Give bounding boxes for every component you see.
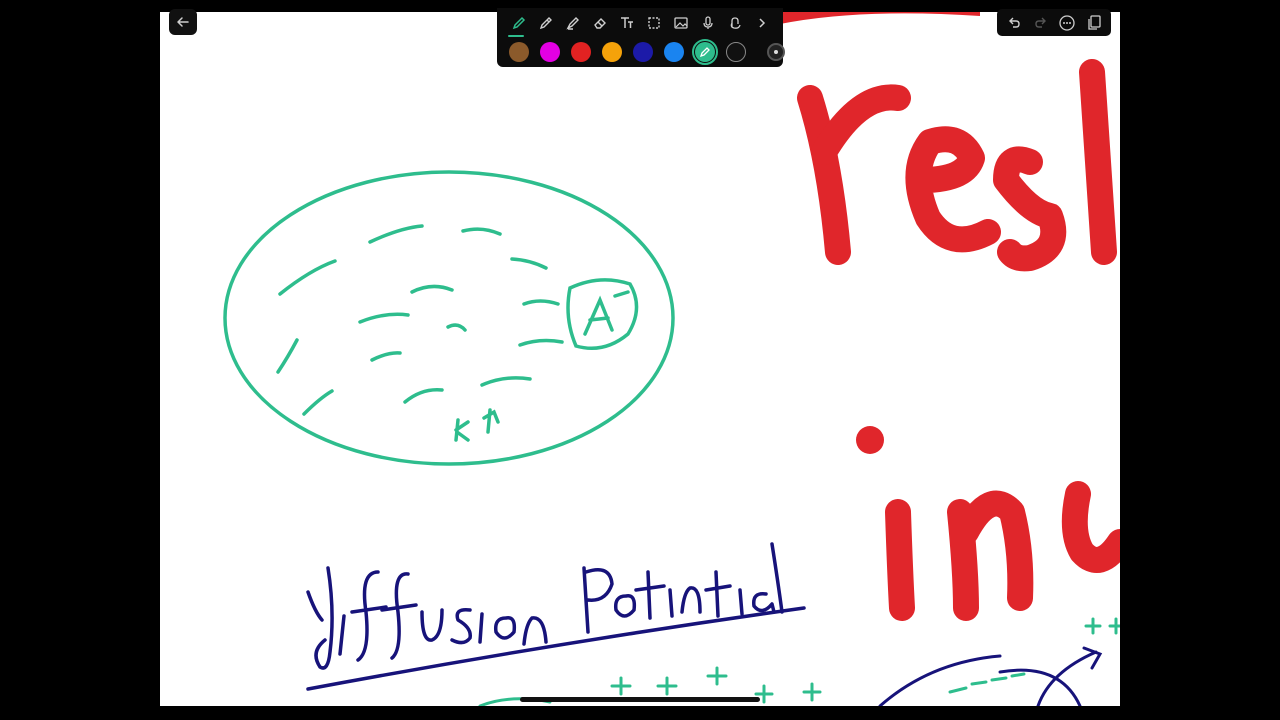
pen-icon bbox=[699, 47, 710, 58]
back-button[interactable] bbox=[169, 9, 197, 35]
lasso-tool-button[interactable] bbox=[721, 12, 748, 34]
color-swatch-black[interactable] bbox=[726, 42, 746, 62]
diffusion-potential-text bbox=[306, 542, 806, 691]
microphone-tool-button[interactable] bbox=[694, 12, 721, 34]
image-tool-button[interactable] bbox=[667, 12, 694, 34]
cell-drawing bbox=[223, 170, 675, 466]
undo-button[interactable] bbox=[1003, 12, 1025, 34]
color-swatch-brown[interactable] bbox=[509, 42, 529, 62]
color-swatch-teal[interactable] bbox=[692, 39, 718, 65]
color-swatch-orange[interactable] bbox=[602, 42, 622, 62]
color-palette bbox=[509, 39, 746, 65]
more-tools-button[interactable] bbox=[748, 12, 775, 34]
pencil-tool-button[interactable] bbox=[532, 12, 559, 34]
note-canvas[interactable] bbox=[160, 12, 1120, 706]
microphone-icon bbox=[702, 16, 713, 29]
color-swatch-blue[interactable] bbox=[664, 42, 684, 62]
color-swatch-navy[interactable] bbox=[633, 42, 653, 62]
undo-icon bbox=[1009, 17, 1020, 28]
text-tool-button[interactable] bbox=[613, 12, 640, 34]
document-actions-bar bbox=[997, 9, 1111, 36]
image-icon bbox=[673, 17, 688, 29]
redo-button[interactable] bbox=[1030, 12, 1052, 34]
pen-tool-button[interactable] bbox=[505, 12, 532, 34]
pages-button[interactable] bbox=[1083, 12, 1105, 34]
color-swatch-red[interactable] bbox=[571, 42, 591, 62]
redo-icon bbox=[1035, 17, 1046, 28]
handwriting-layer bbox=[223, 12, 1120, 706]
tool-row bbox=[505, 12, 775, 34]
red-heading-text bbox=[797, 59, 1120, 621]
chevron-right-icon bbox=[758, 18, 765, 28]
bottom-teal-marks bbox=[478, 617, 1120, 706]
pages-icon bbox=[1088, 14, 1101, 30]
highlighter-icon bbox=[565, 17, 579, 30]
lasso-icon bbox=[730, 17, 741, 29]
text-icon bbox=[620, 17, 633, 28]
highlighter-tool-button[interactable] bbox=[559, 12, 586, 34]
drawing-toolbar bbox=[497, 8, 785, 67]
red-dot bbox=[856, 426, 884, 454]
active-tool-indicator bbox=[508, 35, 524, 37]
eraser-icon bbox=[593, 18, 606, 29]
pencil-icon bbox=[539, 17, 552, 30]
more-circle-icon bbox=[1059, 14, 1075, 31]
more-options-button[interactable] bbox=[1056, 12, 1078, 34]
pen-icon bbox=[512, 16, 525, 30]
shape-icon bbox=[647, 17, 660, 29]
bottom-navy-marks bbox=[878, 646, 1103, 706]
eraser-tool-button[interactable] bbox=[586, 12, 613, 34]
home-indicator bbox=[520, 697, 760, 702]
color-swatch-magenta[interactable] bbox=[540, 42, 560, 62]
stroke-size-button[interactable] bbox=[767, 43, 785, 61]
shape-tool-button[interactable] bbox=[640, 12, 667, 34]
arrow-left-icon bbox=[177, 17, 189, 27]
red-shape-top bbox=[780, 12, 980, 24]
